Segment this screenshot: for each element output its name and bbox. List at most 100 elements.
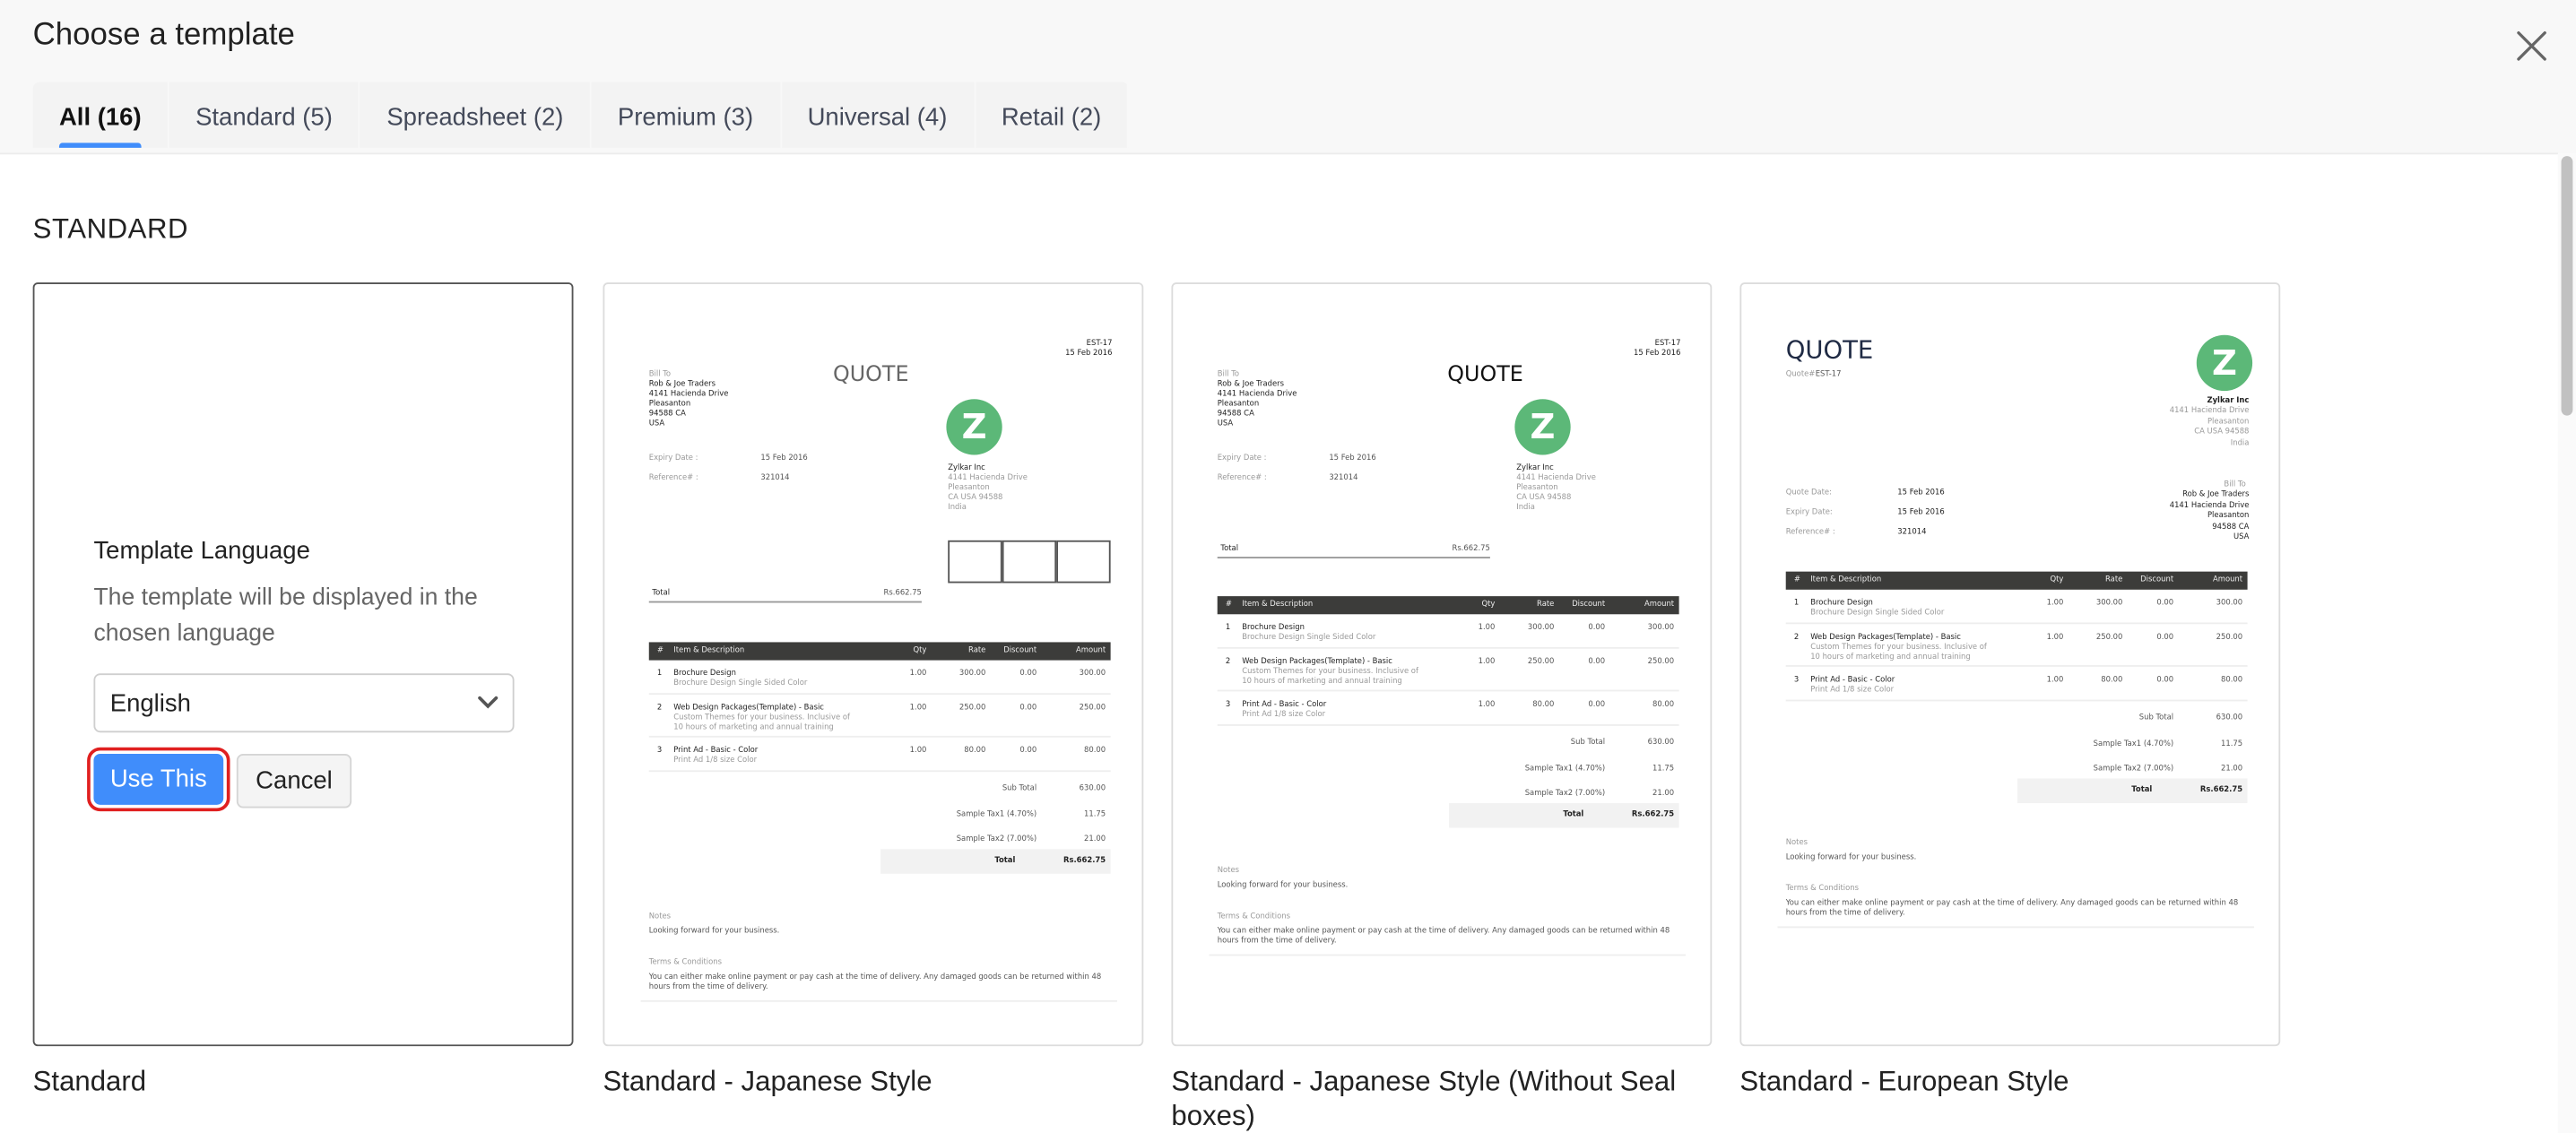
tab-all[interactable]: All (16) [33,82,169,148]
preview-text: CA USA 94588 [1516,494,1572,503]
preview-text: 630.00 [1079,784,1106,794]
column-header: Amount [2212,576,2243,585]
tab-spreadsheet[interactable]: Spreadsheet (2) [360,82,592,148]
row-divider [1217,646,1679,649]
preview-text: 80.00 [964,747,986,756]
preview-text: 0.00 [1019,705,1037,714]
preview-text: You can either make online payment or pa… [648,973,1102,991]
preview-text: 15 Feb 2016 [1065,350,1113,359]
dialog-title: Choose a template [32,18,295,53]
preview-text: 0.00 [2156,599,2174,608]
preview-text: Custom Themes for your business. Inclusi… [673,714,850,732]
column-header: Item & Description [1242,601,1314,610]
row-divider [648,735,1111,738]
column-header: Rate [1537,601,1555,610]
preview-text: Total [994,857,1016,866]
preview-text: 0.00 [2156,634,2174,643]
template-card-european[interactable]: QUOTE Quote# EST-17 Z Zylkar Inc 4141 Haciend… [1739,282,2281,1047]
column-header: # [656,646,664,656]
template-card-japanese-no-seal[interactable]: EST-17 15 Feb 2016 QUOTE Bill To Rob & Joe T… [1171,282,1713,1047]
preview-text: Brochure Design [1242,624,1305,633]
preview-text: 250.00 [1079,705,1106,714]
preview-text: Pleasanton [2207,418,2250,427]
preview-text: 250.00 [2216,634,2243,643]
use-this-button[interactable]: Use This [87,747,230,812]
preview-text: Rob & Joe Traders [648,381,716,390]
preview-text: Notes [1785,839,1808,848]
section-title: STANDARD [32,213,189,246]
preview-text: 300.00 [1527,624,1555,633]
preview-text: 21.00 [2220,765,2243,774]
preview-text: USA [648,420,665,429]
preview-text: Notes [1217,867,1240,876]
preview-text: CA USA 94588 [2194,428,2250,437]
scrollbar[interactable] [2557,152,2576,1133]
language-select-value: English [109,689,191,718]
preview-text: 11.75 [2220,740,2243,749]
preview-text: 94588 CA [2212,523,2250,532]
close-icon[interactable] [2513,28,2549,64]
preview-text: Brochure Design Single Sided Color [1242,634,1376,643]
template-name[interactable]: Standard - Japanese Style [603,1064,1145,1098]
preview-text: Web Design Packages(Template) - Basic [1810,634,1961,643]
preview-text: You can either make online payment or pa… [1217,928,1670,946]
preview-text: Sub Total [2138,714,2174,723]
preview-text: 80.00 [1084,747,1106,756]
column-header: Rate [968,646,986,656]
tab-standard[interactable]: Standard (5) [169,82,361,148]
template-card-japanese[interactable]: EST-17 15 Feb 2016 QUOTE Bill To Rob & Joe T… [603,282,1144,1047]
preview-text: Sample Tax1 (4.70%) [1524,765,1606,774]
preview-text: USA [2233,533,2250,542]
column-header: Qty [1481,601,1496,610]
category-tabs: All (16) Standard (5) Spreadsheet (2) Pr… [32,82,1130,148]
preview-text: Terms & Conditions [1217,912,1291,921]
preview-text: Total [2131,786,2153,795]
template-name[interactable]: Standard [33,1064,576,1098]
template-name[interactable]: Standard - Japanese Style (Without Seal … [1171,1064,1713,1133]
preview-text: Sample Tax2 (7.00%) [956,835,1037,844]
preview-text: 1 [1225,624,1231,633]
tab-premium[interactable]: Premium (3) [592,82,782,148]
preview-text: 300.00 [1647,624,1675,633]
preview-text: Zylkar Inc [2207,397,2250,406]
tab-universal[interactable]: Universal (4) [781,82,976,148]
preview-text: Sub Total [1002,784,1037,794]
preview-text: Rob & Joe Traders [1217,381,1284,390]
preview-text: Reference# : [1785,529,1835,538]
column-header: # [1793,576,1800,585]
row-divider [1217,724,1679,726]
preview-text: 2 [656,705,663,714]
preview-text: Rs.662.75 [1631,811,1675,820]
column-header: Item & Description [1810,576,1882,585]
preview-text: 0.00 [1019,670,1037,679]
scrollbar-thumb[interactable] [2561,156,2573,416]
preview-text: 2 [1793,634,1800,643]
preview-text: Brochure Design [673,670,736,679]
preview-text: 4141 Hacienda Drive [948,474,1028,483]
preview-text: 80.00 [2220,676,2243,686]
row-divider [1217,689,1679,692]
preview-text: Bill To [1217,371,1240,380]
preview-text: EST-17 [1815,371,1842,380]
preview-text: Total [1220,545,1239,554]
template-card-standard[interactable]: Template Language The template will be d… [32,282,574,1047]
seal-box [1002,540,1057,584]
preview-text: 80.00 [1532,701,1555,710]
preview-text: Expiry Date : [1217,454,1267,463]
preview-text: Brochure Design Single Sided Color [1810,609,1945,618]
preview-text: 1.00 [1478,624,1496,633]
preview-text: CA USA 94588 [948,494,1003,503]
preview-text: 4141 Hacienda Drive [648,391,729,400]
preview-text: Sample Tax1 (4.70%) [2093,740,2174,749]
column-header: Amount [1644,601,1675,610]
language-select[interactable]: English [93,673,515,733]
cancel-button[interactable]: Cancel [236,754,352,809]
preview-text: 2 [1225,658,1231,667]
preview-text: 21.00 [1652,790,1675,799]
preview-text: 321014 [1897,529,1927,538]
tab-retail[interactable]: Retail (2) [976,82,1130,148]
template-name[interactable]: Standard - European Style [1739,1064,2282,1098]
column-header: Item & Description [673,646,745,656]
preview-text: Expiry Date : [648,454,698,463]
preview-text: Sub Total [1570,739,1606,748]
